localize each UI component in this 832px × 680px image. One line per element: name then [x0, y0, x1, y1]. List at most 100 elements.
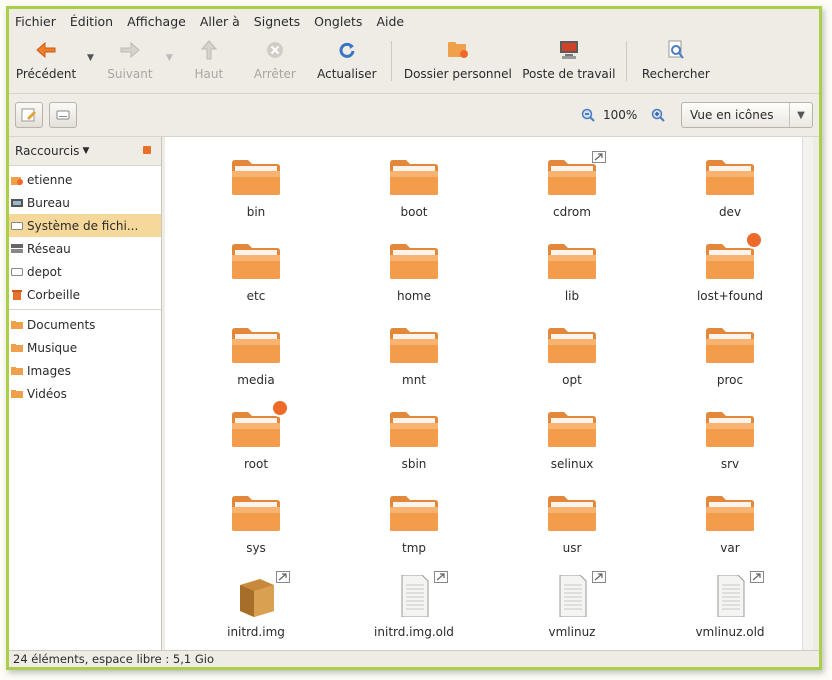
- location-edit-toggle-button[interactable]: [15, 102, 43, 128]
- computer-label: Poste de travail: [522, 67, 616, 81]
- menu-help[interactable]: Aide: [376, 14, 404, 29]
- sidebar-item-documents[interactable]: Documents: [9, 313, 161, 336]
- stop-button[interactable]: Arrêter: [241, 33, 309, 87]
- file-name: selinux: [550, 457, 594, 471]
- file-name: tmp: [401, 541, 426, 555]
- zoom-in-icon[interactable]: [651, 108, 665, 125]
- file-name: vmlinuz.old: [695, 625, 765, 639]
- folder-icon: [706, 328, 754, 363]
- menu-view[interactable]: Affichage: [127, 14, 186, 29]
- file-item[interactable]: vmlinuz.old: [651, 571, 809, 651]
- sidebar-item-label: Images: [27, 363, 71, 378]
- location-bar: 100% Vue en icônes ▼: [9, 94, 819, 137]
- file-item[interactable]: sys: [177, 487, 335, 571]
- file-item[interactable]: home: [335, 235, 493, 319]
- file-item[interactable]: bin: [177, 151, 335, 235]
- file-name: sys: [246, 541, 266, 555]
- zoom-out-icon[interactable]: [581, 108, 595, 125]
- home-folder-button[interactable]: Dossier personnel: [398, 33, 518, 87]
- file-item[interactable]: srv: [651, 403, 809, 487]
- zoom-level[interactable]: 100%: [603, 108, 637, 122]
- symlink-emblem-icon: [592, 571, 606, 583]
- reload-button[interactable]: Actualiser: [309, 33, 385, 87]
- symlink-emblem-icon: [276, 571, 290, 583]
- chevron-down-icon: ▼: [82, 146, 90, 156]
- folder-icon: [232, 328, 280, 363]
- folder-icon: [548, 160, 596, 195]
- file-name: lost+found: [696, 289, 764, 303]
- sidebar-item-depot[interactable]: depot: [9, 260, 161, 283]
- symlink-emblem-icon: [434, 571, 448, 583]
- folder-icon: [390, 328, 438, 363]
- places-list: etienne Bureau Système de fichi... Résea…: [9, 166, 161, 405]
- folder-icon: [390, 160, 438, 195]
- file-name: root: [243, 457, 269, 471]
- back-button[interactable]: Précédent: [9, 33, 83, 87]
- sidebar-separator: [9, 309, 161, 310]
- menu-edit[interactable]: Édition: [70, 14, 113, 29]
- sidebar-item-videos[interactable]: Vidéos: [9, 382, 161, 405]
- menu-tabs[interactable]: Onglets: [314, 14, 362, 29]
- sidebar-item-images[interactable]: Images: [9, 359, 161, 382]
- file-item[interactable]: sbin: [335, 403, 493, 487]
- file-name: vmlinuz: [548, 625, 596, 639]
- folder-icon: [11, 389, 23, 398]
- symlink-emblem-icon: [592, 151, 606, 163]
- file-item[interactable]: tmp: [335, 487, 493, 571]
- sidebar-item-label: Réseau: [27, 241, 71, 256]
- sidebar-item-music[interactable]: Musique: [9, 336, 161, 359]
- vertical-scrollbar[interactable]: [802, 137, 813, 651]
- file-name: srv: [720, 457, 740, 471]
- sidebar-header[interactable]: Raccourcis ▼: [9, 137, 161, 166]
- file-item[interactable]: initrd.img: [177, 571, 335, 651]
- close-sidebar-icon[interactable]: [143, 146, 151, 154]
- file-name: usr: [562, 541, 582, 555]
- file-item[interactable]: lib: [493, 235, 651, 319]
- home-folder-icon: [447, 39, 469, 61]
- path-bar-button[interactable]: [49, 102, 77, 128]
- file-item[interactable]: lost+found: [651, 231, 809, 319]
- file-item[interactable]: cdrom: [493, 151, 651, 235]
- up-button[interactable]: Haut: [177, 33, 241, 87]
- view-mode-select[interactable]: Vue en icônes ▼: [681, 102, 813, 128]
- sidebar-item-network[interactable]: Réseau: [9, 237, 161, 260]
- file-item[interactable]: media: [177, 319, 335, 403]
- file-item[interactable]: initrd.img.old: [335, 571, 493, 651]
- file-item[interactable]: dev: [651, 151, 809, 235]
- sidebar-item-trash[interactable]: Corbeille: [9, 283, 161, 306]
- sidebar-item-etienne[interactable]: etienne: [9, 168, 161, 191]
- sidebar-item-bureau[interactable]: Bureau: [9, 191, 161, 214]
- file-item[interactable]: etc: [177, 235, 335, 319]
- back-history-chevron-icon[interactable]: ▼: [83, 53, 98, 63]
- stop-icon: [264, 39, 286, 61]
- forward-history-chevron-icon[interactable]: ▼: [162, 53, 177, 63]
- folder-icon: [548, 412, 596, 447]
- menu-go[interactable]: Aller à: [200, 14, 240, 29]
- sidebar-item-filesystem[interactable]: Système de fichi...: [9, 214, 161, 237]
- file-name: media: [237, 373, 275, 387]
- folder-icon: [390, 496, 438, 531]
- desktop-icon: [11, 198, 23, 207]
- file-item[interactable]: usr: [493, 487, 651, 571]
- reload-icon: [336, 39, 358, 61]
- up-label: Haut: [194, 67, 224, 81]
- menu-bookmarks[interactable]: Signets: [254, 14, 300, 29]
- file-view[interactable]: bin boot cdrom dev etc home lib lost+found media…: [165, 137, 813, 651]
- forward-button[interactable]: Suivant: [98, 33, 162, 87]
- file-item[interactable]: boot: [335, 151, 493, 235]
- sidebar-item-label: Vidéos: [27, 386, 67, 401]
- file-item[interactable]: root: [177, 399, 335, 487]
- menu-file[interactable]: Fichier: [15, 14, 56, 29]
- file-item[interactable]: selinux: [493, 403, 651, 487]
- toolbar: Précédent ▼ Suivant ▼ Haut Arrêter Actua…: [9, 33, 819, 94]
- search-button[interactable]: Rechercher: [633, 33, 719, 87]
- file-item[interactable]: vmlinuz: [493, 571, 651, 651]
- document-icon: [401, 575, 429, 617]
- file-item[interactable]: mnt: [335, 319, 493, 403]
- file-item[interactable]: var: [651, 487, 809, 571]
- network-icon: [11, 243, 23, 253]
- file-item[interactable]: opt: [493, 319, 651, 403]
- file-item[interactable]: proc: [651, 319, 809, 403]
- symlink-emblem-icon: [750, 571, 764, 583]
- computer-button[interactable]: Poste de travail: [518, 33, 620, 87]
